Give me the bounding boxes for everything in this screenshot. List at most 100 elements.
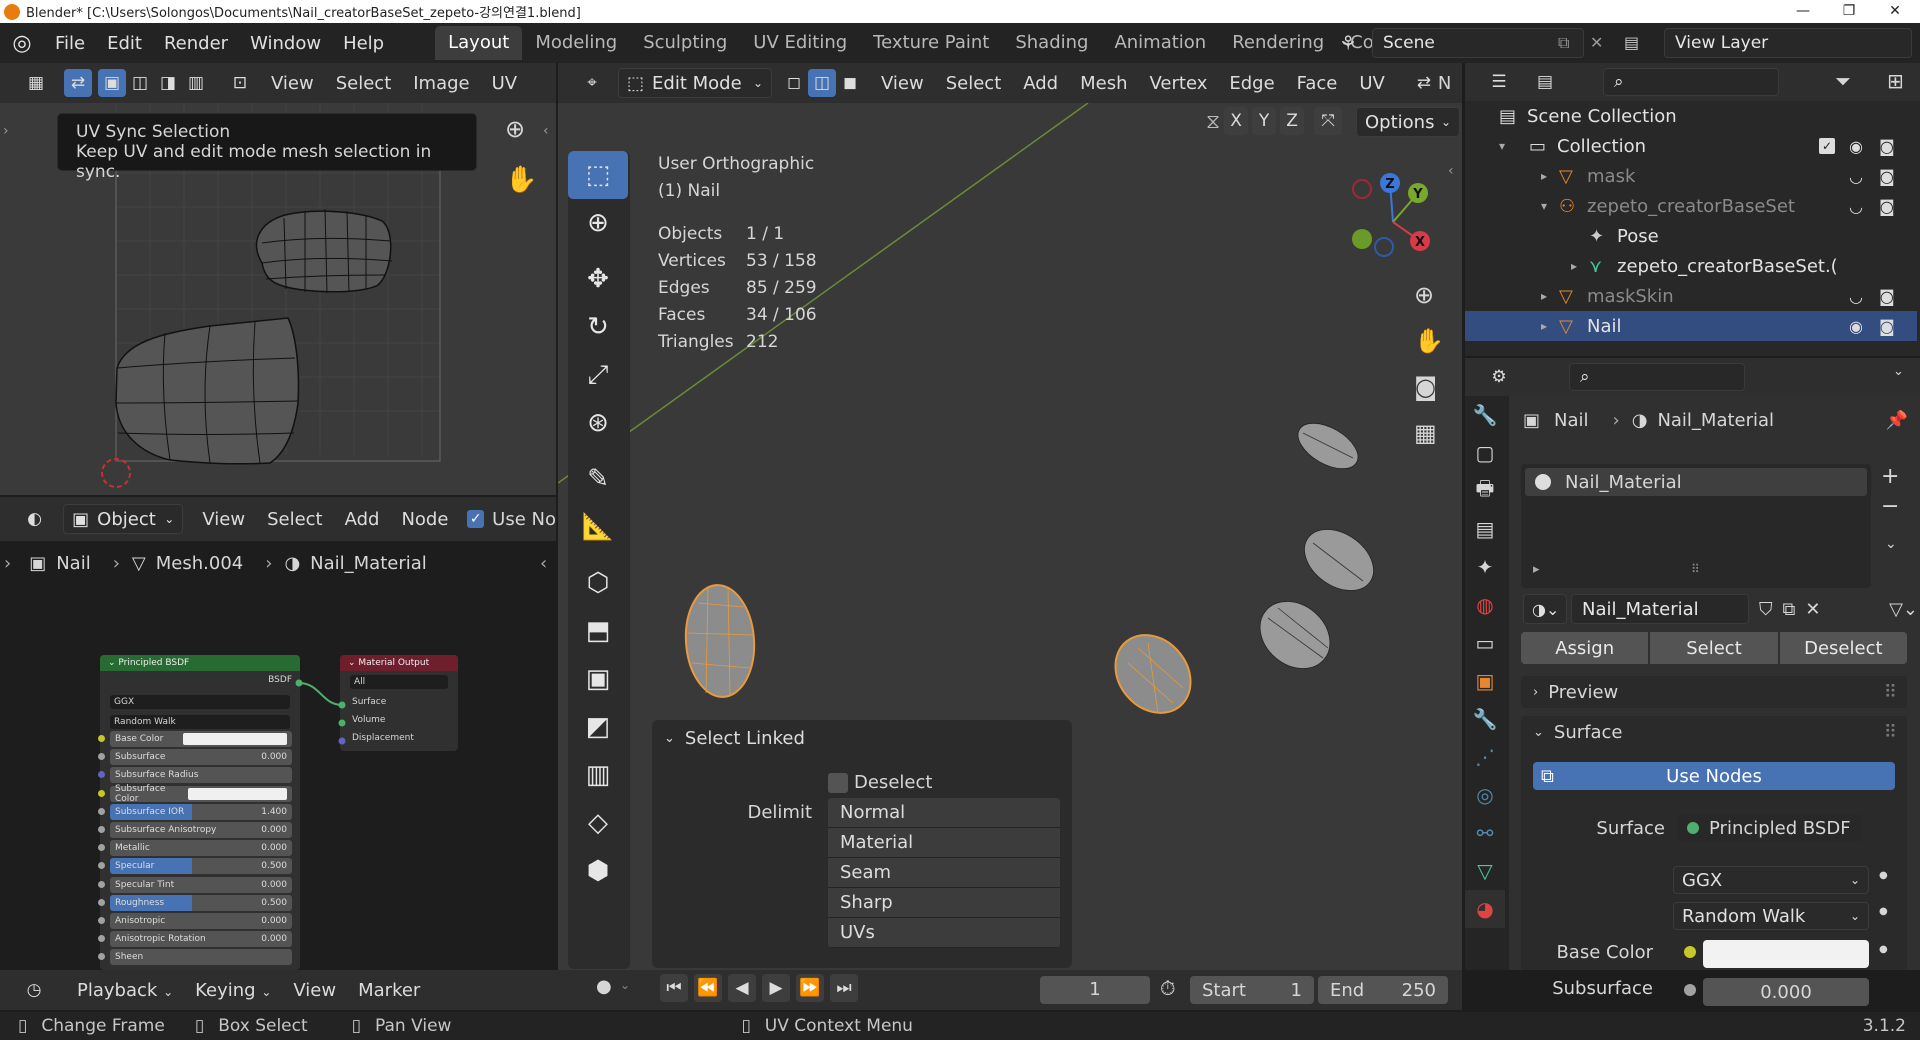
jump-keyframe-forward-icon[interactable]: ⏩ [796, 974, 824, 1002]
delimit-normal[interactable]: Normal [828, 798, 1060, 828]
expand-icon[interactable]: ▸ [1533, 562, 1540, 577]
material-output-node[interactable]: ⌄ Material Output All Surface Volume Dis… [340, 655, 458, 751]
input-socket-icon[interactable] [98, 789, 105, 797]
use-nodes-button[interactable]: ⧉ Use Nodes [1533, 762, 1895, 790]
bsdf-input-row[interactable]: Subsurface 0.000 [110, 749, 292, 766]
operator-panel-header[interactable]: ⌄ Select Linked [652, 720, 1072, 756]
render-camera-icon[interactable]: ◙ [1879, 167, 1895, 186]
tab-rendering[interactable]: Rendering [1219, 26, 1337, 60]
outliner-item[interactable]: ▸ ▽ mask ◡ ◙ [1465, 161, 1917, 191]
visibility-eye-icon[interactable]: ◡ [1849, 167, 1863, 186]
editor-type-icon[interactable]: ▦ [16, 69, 56, 97]
viewport-menu-edge[interactable]: Edge [1218, 73, 1285, 94]
exclude-checkbox[interactable]: ✓ [1819, 138, 1835, 154]
keyframe-dot-icon[interactable]: ● [1879, 944, 1888, 955]
bsdf-input-row[interactable]: Subsurface Color [110, 784, 292, 804]
menu-file[interactable]: File [44, 33, 96, 54]
timeline-menu-playback[interactable]: Playback ⌄ [66, 980, 184, 1001]
render-camera-icon[interactable]: ◙ [1879, 317, 1895, 336]
constraints-tab-icon[interactable]: ⚯ [1465, 814, 1505, 852]
expand-arrow-icon[interactable]: ▾ [1541, 199, 1547, 213]
select-button[interactable]: Select [1650, 632, 1778, 664]
display-mode-icon[interactable]: ▤ [1525, 68, 1565, 96]
properties-subsurface-method-dropdown[interactable]: Random Walk ⌄ [1673, 902, 1869, 930]
sidebar-toggle-icon[interactable]: ‹ [1448, 163, 1454, 179]
outliner-item[interactable]: ▸ ▽ maskSkin ◡ ◙ [1465, 281, 1917, 311]
uv-sync-icon[interactable]: ⇄ [64, 69, 92, 97]
current-frame-field[interactable]: 1 [1040, 976, 1150, 1004]
face-select-icon[interactable]: ◨ [154, 69, 182, 97]
mode-dropdown[interactable]: ⬚ Edit Mode ⌄ [618, 68, 772, 98]
keyframe-dot-icon[interactable]: ● [1879, 870, 1888, 881]
visibility-eye-icon[interactable]: ◉ [1849, 317, 1863, 336]
bsdf-input-row[interactable]: Specular Tint 0.000 [110, 876, 292, 893]
surface-shader-field[interactable]: Principled BSDF [1677, 814, 1863, 842]
color-swatch[interactable] [188, 787, 287, 800]
delimit-uvs[interactable]: UVs [828, 918, 1060, 948]
world-tab-icon[interactable]: ◍ [1465, 586, 1505, 624]
deselect-checkbox[interactable] [828, 772, 848, 793]
shader-editor[interactable]: ◐ ▣ Object ⌄ View Select Add Node ✓ Use No… [0, 497, 556, 970]
close-window-button[interactable]: ✕ [1872, 0, 1918, 23]
material-slot-list[interactable]: Nail_Material ▸ ⠿ [1521, 464, 1871, 588]
keyframe-dot-icon[interactable]: ● [1879, 906, 1888, 917]
play-reverse-icon[interactable]: ◀ [728, 974, 756, 1002]
annotate-tool-icon[interactable]: ✎ [568, 455, 628, 503]
bsdf-input-row[interactable]: Base Color [110, 731, 292, 747]
delimit-material[interactable]: Material [828, 828, 1060, 858]
outliner-item[interactable]: ✦ Pose [1465, 221, 1917, 251]
output-tab-icon[interactable]: 🖶 [1465, 472, 1505, 510]
deselect-button[interactable]: Deselect [1779, 632, 1907, 664]
cursor-tool-icon[interactable]: ⊕ [568, 199, 628, 247]
material-tab-icon[interactable]: ◕ [1465, 890, 1505, 928]
tool-tab-icon[interactable]: 🔧 [1465, 396, 1505, 434]
camera-view-icon[interactable]: ◙ [1414, 373, 1437, 401]
menu-help[interactable]: Help [332, 33, 395, 54]
bsdf-input-row[interactable]: Specular 0.500 [110, 858, 292, 875]
remove-slot-icon[interactable]: − [1881, 494, 1899, 519]
tab-texture-paint[interactable]: Texture Paint [860, 26, 1002, 60]
tab-sculpting[interactable]: Sculpting [630, 26, 740, 60]
new-collection-icon[interactable]: ⊞ [1887, 69, 1904, 93]
menu-window[interactable]: Window [239, 33, 332, 54]
outliner-item[interactable]: ▾ ⚇ zepeto_creatorBaseSet ◡ ◙ [1465, 191, 1917, 221]
node-menu-select[interactable]: Select [256, 509, 334, 530]
material-name-field[interactable]: Nail_Material [1571, 594, 1749, 624]
move-tool-icon[interactable]: ✥ [568, 255, 628, 303]
breadcrumb-collapse-icon[interactable]: › [4, 553, 11, 574]
3d-viewport[interactable]: ⌖ ⬚ Edit Mode ⌄ ◻ ◫ ◼ View Select Add Mesh… [558, 63, 1462, 970]
uv-menu-image[interactable]: Image [402, 73, 480, 94]
chevron-down-icon[interactable]: ⌄ [1893, 364, 1904, 379]
bsdf-input-row[interactable]: Roughness 0.500 [110, 894, 292, 911]
viewport-menu-mesh[interactable]: Mesh [1069, 73, 1138, 94]
bsdf-input-row[interactable]: Anisotropic Rotation 0.000 [110, 931, 292, 948]
transform-tool-icon[interactable]: ⊛ [568, 399, 628, 447]
visibility-eye-icon[interactable]: ◡ [1849, 287, 1863, 306]
input-socket-icon[interactable] [98, 735, 105, 742]
loop-cut-tool-icon[interactable]: ▥ [568, 751, 628, 799]
bsdf-input-row[interactable]: Sheen [110, 949, 292, 966]
view-layer-icon[interactable]: ▤ [1624, 33, 1639, 52]
resize-handle-icon[interactable]: ⠿ [1691, 562, 1700, 576]
timeline-menu-marker[interactable]: Marker [347, 980, 431, 1001]
expand-arrow-icon[interactable]: ▸ [1541, 319, 1547, 333]
zoom-icon[interactable]: ⊕ [505, 115, 525, 143]
node-menu-add[interactable]: Add [334, 509, 391, 530]
preview-panel[interactable]: › Preview ⠿ [1521, 676, 1907, 708]
jump-end-icon[interactable]: ⏭ [830, 974, 858, 1002]
slot-specials-icon[interactable]: ⌄ [1885, 536, 1897, 552]
pan-hand-icon[interactable]: ✋ [1414, 327, 1444, 355]
outliner-item[interactable]: ▤ Scene Collection [1465, 101, 1917, 131]
particles-tab-icon[interactable]: ⋰ [1465, 738, 1505, 776]
tab-uv-editing[interactable]: UV Editing [740, 26, 860, 60]
rotate-tool-icon[interactable]: ↻ [568, 303, 628, 351]
base-color-swatch[interactable] [1703, 940, 1869, 968]
add-cube-tool-icon[interactable]: ⬡ [568, 559, 628, 607]
pan-hand-icon[interactable]: ✋ [505, 165, 537, 195]
browse-material-icon[interactable]: ◑⌄ [1523, 594, 1567, 624]
render-camera-icon[interactable]: ◙ [1879, 137, 1895, 156]
expand-arrow-icon[interactable]: ▸ [1541, 169, 1547, 183]
input-socket-icon[interactable] [98, 826, 105, 833]
toolbar-toggle-icon[interactable]: › [3, 123, 9, 139]
bsdf-input-row[interactable]: Subsurface Radius [110, 767, 292, 784]
